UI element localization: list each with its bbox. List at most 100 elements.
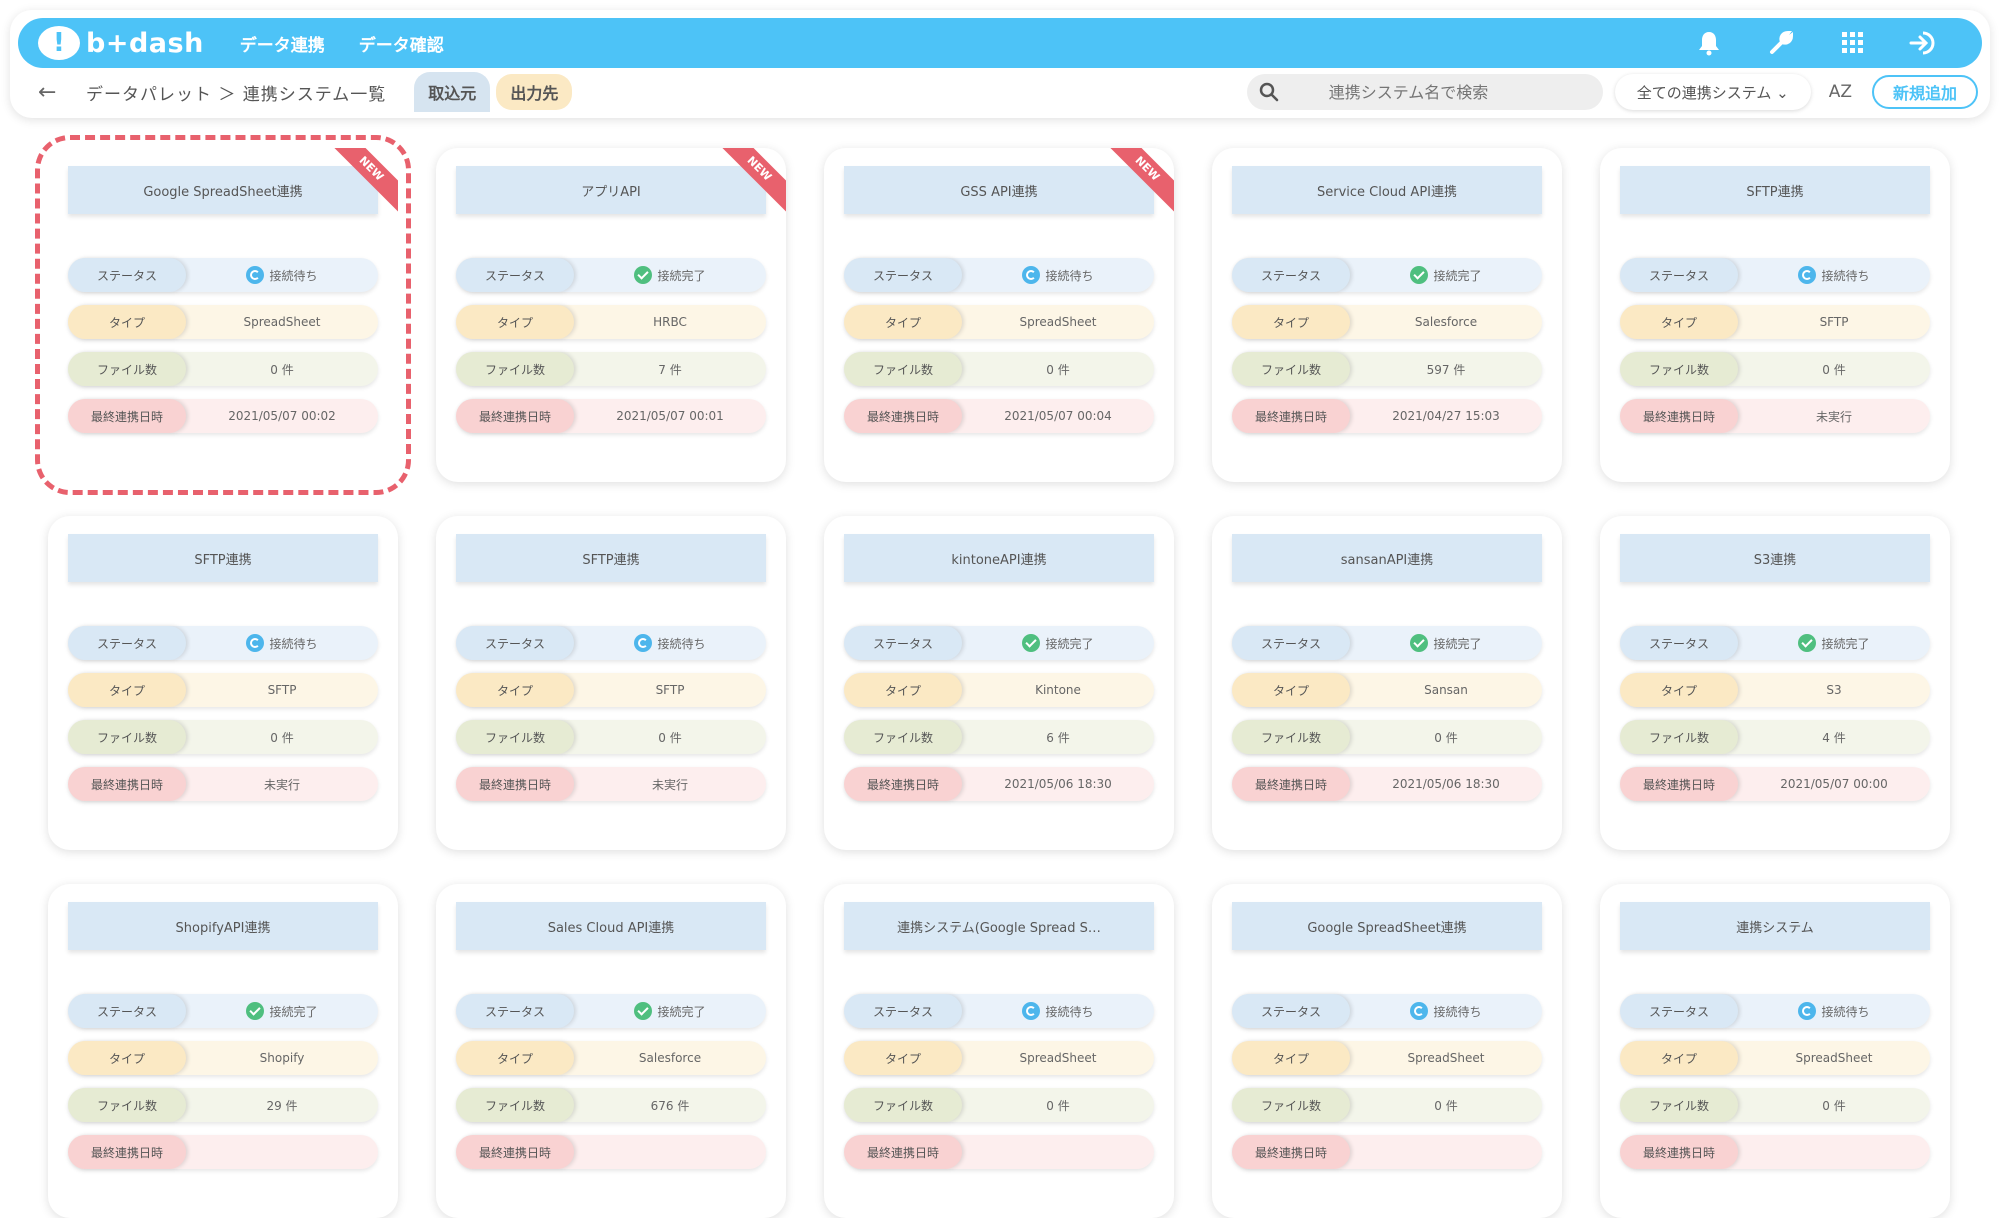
type-label: タイプ xyxy=(456,673,574,707)
check-circle-icon xyxy=(634,266,653,284)
files-value: 7 件 xyxy=(658,362,682,377)
status-value: 接続完了 xyxy=(1350,266,1542,284)
files-value: 0 件 xyxy=(1822,1098,1846,1113)
status-value: 接続完了 xyxy=(962,634,1154,652)
system-filter-select[interactable]: 全ての連携システム ⌄ xyxy=(1614,74,1811,110)
status-text: 接続待ち xyxy=(1045,268,1094,283)
integration-card[interactable]: 連携システム ステータス 接続待ち タイプ SpreadSheet ファイル数 0 件最終連… xyxy=(1600,884,1950,1218)
status-label: ステータス xyxy=(1620,626,1738,660)
integration-card[interactable]: SFTP連携 ステータス 接続待ち タイプ SFTP ファイル数 0 件最終連携日時 未実行 xyxy=(436,516,786,850)
integration-card[interactable]: sansanAPI連携 ステータス 接続完了 タイプ Sansan ファイル数 0 件最終連… xyxy=(1212,516,1562,850)
wrench-icon[interactable] xyxy=(1764,26,1798,60)
files-value: 0 件 xyxy=(1434,730,1458,745)
integration-card[interactable]: kintoneAPI連携 ステータス 接続完了 タイプ Kintone ファイル数 6 件最… xyxy=(824,516,1174,850)
logout-icon[interactable] xyxy=(1908,26,1942,60)
files-value: 676 件 xyxy=(650,1098,690,1113)
last-sync-row: 最終連携日時 2021/05/06 18:30 xyxy=(1232,767,1542,801)
files-label: ファイル数 xyxy=(844,1088,962,1122)
last-sync-label: 最終連携日時 xyxy=(844,399,962,433)
last-sync-label: 最終連携日時 xyxy=(456,767,574,801)
status-label: ステータス xyxy=(68,994,186,1028)
files-value: 0 件 xyxy=(1046,362,1070,377)
grid-menu-icon[interactable] xyxy=(1836,26,1870,60)
type-value: Sansan xyxy=(1424,683,1468,697)
files-value: 6 件 xyxy=(1046,730,1070,745)
files-value: 0 件 xyxy=(1434,1098,1458,1113)
type-label: タイプ xyxy=(1232,305,1350,339)
nav-data-check[interactable]: データ確認 xyxy=(359,31,444,56)
type-value: SpreadSheet xyxy=(1019,1051,1097,1065)
card-title: kintoneAPI連携 xyxy=(844,534,1154,582)
integration-card[interactable]: SFTP連携 ステータス 接続待ち タイプ SFTP ファイル数 0 件最終連携日時 未実行 xyxy=(48,516,398,850)
sync-icon xyxy=(1022,1002,1041,1020)
files-label: ファイル数 xyxy=(68,352,186,386)
bell-icon[interactable] xyxy=(1692,26,1726,60)
check-circle-icon xyxy=(246,1002,265,1020)
status-label: ステータス xyxy=(68,626,186,660)
status-text: 接続待ち xyxy=(1821,268,1870,283)
integration-card[interactable]: S3連携 ステータス 接続完了 タイプ S3 ファイル数 4 件最終連携日時 2021/05/… xyxy=(1600,516,1950,850)
type-value: SpreadSheet xyxy=(1407,1051,1485,1065)
files-row: ファイル数 0 件 xyxy=(844,352,1154,386)
type-label: タイプ xyxy=(68,673,186,707)
logo[interactable]: b+dash xyxy=(38,26,204,60)
card-title: sansanAPI連携 xyxy=(1232,534,1542,582)
status-text: 接続待ち xyxy=(1821,1004,1870,1019)
tab-import-source[interactable]: 取込元 xyxy=(414,72,491,112)
last-sync-row: 最終連携日時 xyxy=(1232,1135,1542,1169)
status-row: ステータス 接続完了 xyxy=(1232,626,1542,660)
type-row: タイプ SpreadSheet xyxy=(1620,1041,1930,1075)
search-box[interactable] xyxy=(1246,74,1603,110)
status-row: ステータス 接続待ち xyxy=(68,258,378,292)
last-sync-row: 最終連携日時 xyxy=(456,1135,766,1169)
card-title: ShopifyAPI連携 xyxy=(68,902,378,950)
status-text: 接続待ち xyxy=(657,636,706,651)
breadcrumb: データパレット ＞ 連携システム一覧 xyxy=(86,84,387,105)
integration-card[interactable]: 連携システム(Google Spread S… ステータス 接続待ち タイプ Sprea… xyxy=(824,884,1174,1218)
sort-az-icon[interactable]: AZ xyxy=(1829,82,1852,102)
sync-icon xyxy=(246,266,265,284)
files-row: ファイル数 29 件 xyxy=(68,1088,378,1122)
type-value: SFTP xyxy=(1819,315,1849,329)
files-row: ファイル数 0 件 xyxy=(456,720,766,754)
status-label: ステータス xyxy=(1232,258,1350,292)
type-row: タイプ SpreadSheet xyxy=(68,305,378,339)
integration-card[interactable]: アプリAPI NEW ステータス 接続完了 タイプ HRBC ファイル数 7 件最終連携日時 2… xyxy=(436,148,786,482)
files-label: ファイル数 xyxy=(68,1088,186,1122)
last-sync-value: 2021/05/06 18:30 xyxy=(1392,777,1500,791)
last-sync-row: 最終連携日時 2021/05/07 00:00 xyxy=(1620,767,1930,801)
integration-card[interactable]: Service Cloud API連携 ステータス 接続完了 タイプ Salesforc… xyxy=(1212,148,1562,482)
logo-text: b+dash xyxy=(86,27,204,59)
files-label: ファイル数 xyxy=(456,352,574,386)
logo-icon xyxy=(38,26,80,60)
integration-card[interactable]: Sales Cloud API連携 ステータス 接続完了 タイプ Salesforce フ… xyxy=(436,884,786,1218)
integration-card[interactable]: GSS API連携 NEW ステータス 接続待ち タイプ SpreadSheet ファイル数… xyxy=(824,148,1174,482)
status-label: ステータス xyxy=(68,258,186,292)
type-row: タイプ S3 xyxy=(1620,673,1930,707)
status-value: 接続待ち xyxy=(1738,266,1930,284)
integration-card[interactable]: SFTP連携 ステータス 接続待ち タイプ SFTP ファイル数 0 件最終連携日時 未実行 xyxy=(1600,148,1950,482)
type-label: タイプ xyxy=(1232,1041,1350,1075)
type-label: タイプ xyxy=(456,1041,574,1075)
integration-card[interactable]: ShopifyAPI連携 ステータス 接続完了 タイプ Shopify ファイル数 29 件… xyxy=(48,884,398,1218)
type-value: SpreadSheet xyxy=(1019,315,1097,329)
check-circle-icon xyxy=(1798,634,1817,652)
integration-card[interactable]: Google SpreadSheet連携 NEW ステータス 接続待ち タイプ Sprea… xyxy=(35,135,411,495)
add-new-button[interactable]: 新規追加 xyxy=(1872,75,1978,109)
status-text: 接続完了 xyxy=(657,1004,706,1019)
back-arrow-icon[interactable]: ← xyxy=(38,80,68,105)
type-label: タイプ xyxy=(68,1041,186,1075)
last-sync-row: 最終連携日時 未実行 xyxy=(1620,399,1930,433)
integration-card[interactable]: Google SpreadSheet連携 ステータス 接続待ち タイプ SpreadSh… xyxy=(1212,884,1562,1218)
search-input[interactable] xyxy=(1328,82,1569,102)
status-text: 接続待ち xyxy=(269,636,318,651)
status-value: 接続待ち xyxy=(1738,1002,1930,1020)
tab-output-destination[interactable]: 出力先 xyxy=(496,74,573,110)
status-label: ステータス xyxy=(456,994,574,1028)
last-sync-label: 最終連携日時 xyxy=(844,1135,962,1169)
card-title: Service Cloud API連携 xyxy=(1232,166,1542,214)
status-label: ステータス xyxy=(844,258,962,292)
status-value: 接続完了 xyxy=(574,1002,766,1020)
nav-data-integration[interactable]: データ連携 xyxy=(240,31,325,56)
files-label: ファイル数 xyxy=(68,720,186,754)
